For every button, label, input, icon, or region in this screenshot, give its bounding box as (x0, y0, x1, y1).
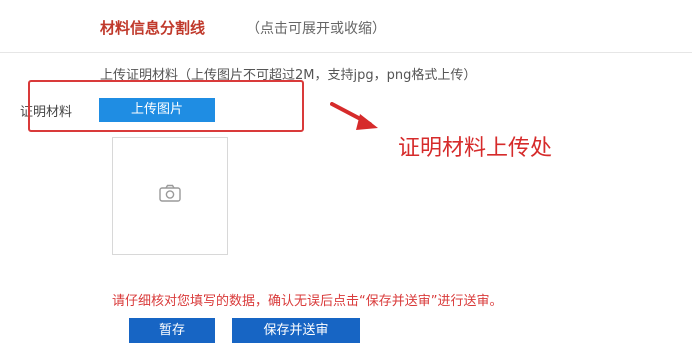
section-toggle-hint: （点击可展开或收缩） (246, 21, 386, 37)
annotation-arrow-icon (330, 102, 378, 130)
annotation-callout-text: 证明材料上传处 (398, 136, 553, 161)
save-and-submit-button[interactable]: 保存并送审 (232, 318, 360, 343)
camera-icon (159, 184, 181, 202)
annotation-highlight-box (28, 80, 304, 132)
material-upload-page: 材料信息分割线 （点击可展开或收缩） 上传证明材料（上传图片不可超过2M，支持j… (0, 0, 692, 347)
section-divider-header[interactable]: 材料信息分割线 （点击可展开或收缩） (0, 0, 692, 53)
section-title[interactable]: 材料信息分割线 (100, 17, 205, 38)
temp-save-button[interactable]: 暂存 (129, 318, 215, 343)
review-warning-text: 请仔细核对您填写的数据，确认无误后点击“保存并送审”进行送审。 (112, 294, 503, 309)
image-upload-placeholder[interactable] (112, 137, 228, 255)
